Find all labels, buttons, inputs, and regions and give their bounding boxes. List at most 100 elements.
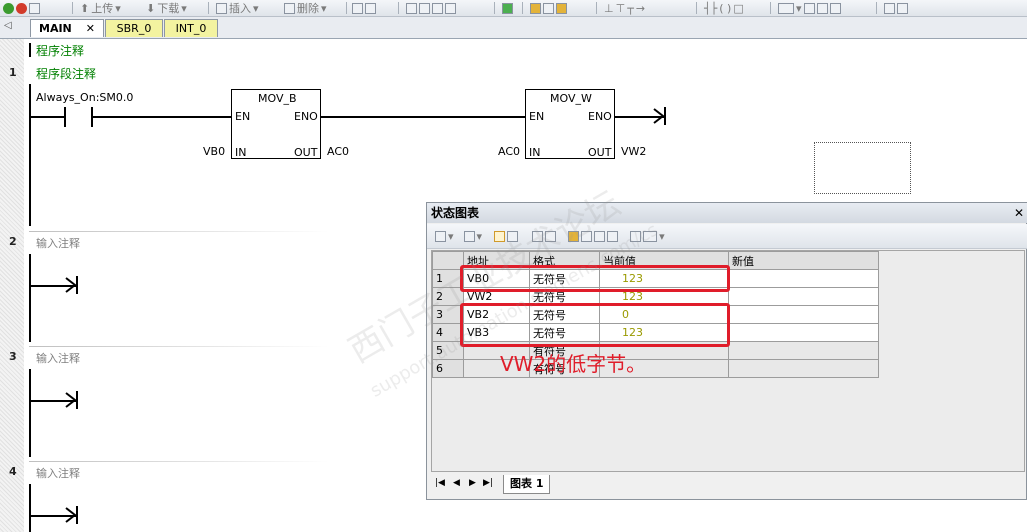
box-icon[interactable]: □ — [733, 2, 743, 15]
network-gutter: 1 2 3 4 — [0, 39, 24, 532]
new-value-cell[interactable] — [728, 305, 879, 324]
out-pin: OUT — [588, 146, 612, 159]
insert-icon — [216, 2, 227, 14]
mov-w-box[interactable]: MOV_W EN ENO IN OUT — [525, 89, 615, 159]
new-value-cell[interactable] — [728, 269, 879, 288]
in-operand[interactable]: AC0 — [498, 145, 520, 158]
box-title: MOV_B — [258, 92, 297, 105]
compile-icon[interactable] — [29, 2, 40, 14]
tab-chart-1[interactable]: 图表 1 — [503, 475, 551, 494]
monitor-icon[interactable] — [352, 2, 363, 14]
program-comment[interactable]: 程序注释 — [36, 42, 84, 59]
network-comment[interactable]: 程序段注释 — [36, 65, 96, 82]
network-number: 4 — [9, 465, 17, 478]
power-rail — [29, 484, 31, 532]
table-icon[interactable] — [803, 2, 815, 14]
add-row-icon[interactable] — [435, 230, 446, 242]
en-pin: EN — [235, 110, 251, 123]
edit-icon[interactable] — [816, 2, 828, 14]
network-icon[interactable] — [419, 2, 430, 14]
next-sheet-button[interactable]: ▶ — [469, 478, 476, 488]
eno-pin: ENO — [588, 110, 612, 123]
line-down-icon[interactable]: ┬ — [627, 2, 634, 15]
annotation-text: VW2的低字节。 — [500, 352, 647, 376]
blank-network-icon[interactable] — [406, 2, 417, 14]
selection-cursor[interactable] — [814, 142, 911, 194]
notes-icon[interactable] — [884, 2, 895, 14]
branch-up-icon[interactable]: ⊤ — [616, 2, 626, 15]
delete-button[interactable]: 删除 ▾ — [284, 2, 327, 15]
download-button[interactable]: ⬇ 下载 ▾ — [146, 1, 187, 16]
en-pin: EN — [529, 110, 545, 123]
column-header-new-value[interactable]: 新值 — [728, 251, 879, 270]
stack-icon[interactable] — [432, 2, 443, 14]
delete-row-icon[interactable] — [463, 230, 475, 242]
contact-left-bar[interactable] — [64, 107, 66, 127]
open-rung-end-icon — [65, 506, 78, 524]
out-pin: OUT — [294, 146, 318, 159]
contact-icon[interactable]: ┤├ — [704, 2, 717, 15]
lock-icon[interactable] — [530, 2, 541, 14]
new-value-cell[interactable] — [728, 323, 879, 342]
tab-int-0[interactable]: INT_0 — [164, 19, 218, 37]
power-rail — [29, 369, 31, 457]
goto-icon[interactable] — [502, 2, 513, 14]
network-number: 2 — [9, 235, 17, 248]
rung-wire — [31, 116, 64, 118]
open-rung-end-icon — [653, 107, 666, 125]
tab-scroll-left-icon[interactable]: ◁ — [4, 20, 12, 31]
open-rung-end-icon — [65, 391, 78, 409]
monitor-pause-icon[interactable] — [365, 2, 376, 14]
network-number: 3 — [9, 350, 17, 363]
block-icon[interactable] — [445, 2, 456, 14]
network-comment[interactable]: 输入注释 — [36, 465, 80, 481]
properties-icon[interactable] — [829, 2, 841, 14]
unlock-icon[interactable] — [556, 2, 567, 14]
upload-arrow-icon: ⬆ — [80, 1, 90, 15]
comment-marker — [29, 43, 31, 57]
prev-sheet-button[interactable]: ◀ — [453, 478, 460, 488]
branch-down-icon[interactable]: ⊥ — [604, 2, 614, 15]
sheet-tab-bar: |◀ ◀ ▶ ▶| 图表 1 — [431, 475, 1025, 495]
line-right-icon[interactable]: → — [636, 2, 645, 15]
mov-b-box[interactable]: MOV_B EN ENO IN OUT — [231, 89, 321, 159]
power-rail — [29, 84, 31, 226]
in-operand[interactable]: VB0 — [203, 145, 225, 158]
close-icon[interactable]: ✕ — [1014, 203, 1024, 223]
run-icon[interactable] — [3, 2, 14, 14]
network-comment[interactable]: 输入注释 — [36, 235, 80, 251]
tab-sbr-0[interactable]: SBR_0 — [105, 19, 163, 37]
network-number: 1 — [9, 66, 17, 79]
main-toolbar: ⬆ 上传 ▾ ⬇ 下载 ▾ 插入 ▾ 删除 ▾ ⊥ ⊤ ┬ → ┤├( ) □ ▾ — [0, 0, 1027, 17]
last-sheet-button[interactable]: ▶| — [483, 478, 493, 488]
rung-wire — [321, 116, 526, 118]
out-operand[interactable]: AC0 — [327, 145, 349, 158]
comment-icon[interactable] — [778, 2, 794, 14]
download-arrow-icon: ⬇ — [146, 1, 156, 15]
contact-operand[interactable]: Always_On:SM0.0 — [36, 91, 133, 104]
lock-icon-2[interactable] — [543, 2, 554, 14]
network-divider — [29, 461, 329, 462]
close-icon[interactable]: ✕ — [86, 22, 95, 35]
new-value-cell[interactable] — [728, 287, 879, 306]
tab-main[interactable]: MAIN ✕ — [30, 19, 104, 37]
network-divider — [29, 231, 329, 232]
first-sheet-button[interactable]: |◀ — [435, 478, 445, 488]
new-value-cell[interactable] — [728, 341, 879, 360]
status-chart-title: 状态图表 ✕ — [427, 203, 1027, 223]
pou-comment-icon[interactable] — [897, 2, 908, 14]
in-pin: IN — [529, 146, 541, 159]
pou-tab-bar: ◁ MAIN ✕ SBR_0 INT_0 — [0, 17, 1027, 39]
stop-icon[interactable] — [16, 2, 27, 14]
network-comment[interactable]: 输入注释 — [36, 350, 80, 366]
insert-button[interactable]: 插入 ▾ — [216, 2, 259, 15]
coil-icon[interactable]: ( ) — [719, 2, 731, 15]
box-title: MOV_W — [550, 92, 592, 105]
upload-button[interactable]: ⬆ 上传 ▾ — [80, 1, 121, 16]
new-value-cell[interactable] — [728, 359, 879, 378]
delete-icon — [284, 2, 295, 14]
open-rung-end-icon — [65, 276, 78, 294]
network-divider — [29, 346, 329, 347]
out-operand[interactable]: VW2 — [621, 145, 646, 158]
eno-pin: ENO — [294, 110, 318, 123]
